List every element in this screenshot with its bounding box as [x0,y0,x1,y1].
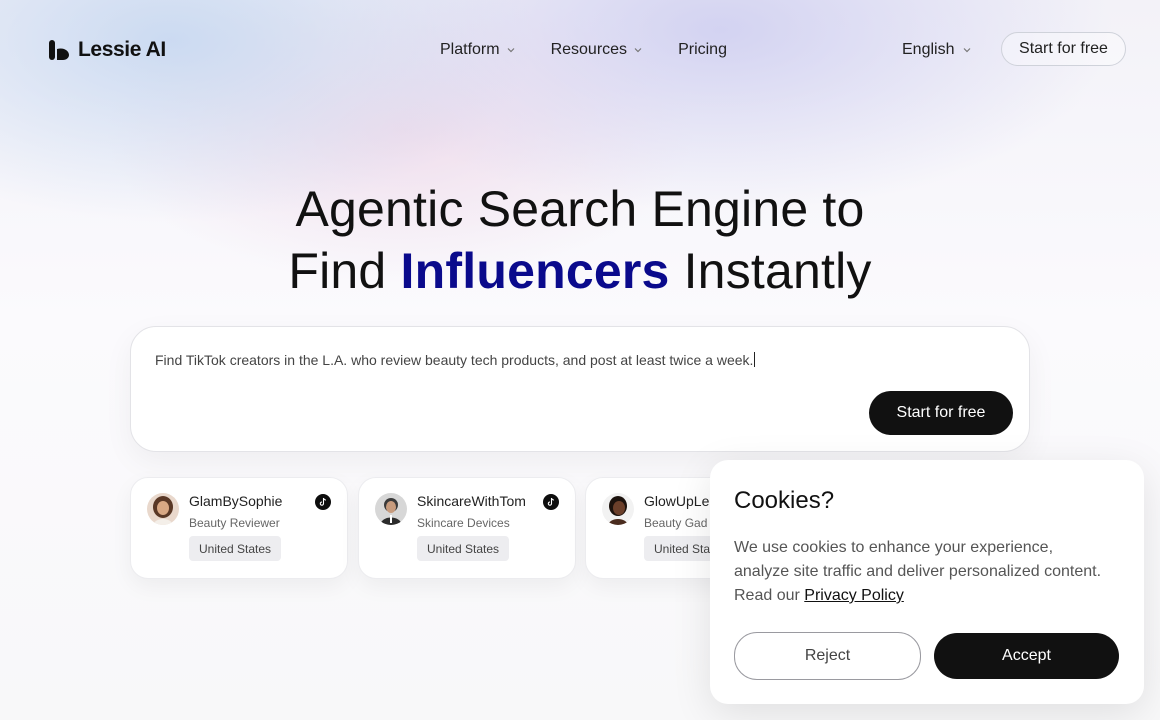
creator-card[interactable]: GlamBySophie Beauty Reviewer United Stat… [130,477,348,579]
brand-logo[interactable]: Lessie AI [48,38,166,62]
avatar [375,493,407,525]
search-query-text: Find TikTok creators in the L.A. who rev… [155,352,756,368]
creator-name: GlamBySophie [189,493,283,509]
header-start-free-button[interactable]: Start for free [1001,32,1126,66]
nav-platform[interactable]: Platform [440,38,516,62]
creator-name: GlowUpLe [644,493,710,509]
tiktok-icon [315,494,331,510]
hero-line-2: Find Influencers Instantly [0,240,1160,302]
search-query-value: Find TikTok creators in the L.A. who rev… [155,352,754,368]
creator-location-badge: United States [189,536,282,561]
creator-card[interactable]: SkincareWithTom Skincare Devices United … [358,477,576,579]
cookie-banner: Cookies? We use cookies to enhance your … [710,460,1144,704]
chevron-down-icon [634,48,642,53]
lessie-logo-icon [49,40,69,60]
creator-name: SkincareWithTom [417,493,526,509]
text-caret [754,352,756,367]
hero-line-2-prefix: Find [288,243,401,299]
accept-button[interactable]: Accept [934,633,1119,679]
creator-role: Beauty Gad [644,516,708,530]
cookie-message-text: We use cookies to enhance your experienc… [734,539,1102,604]
nav-pricing-label: Pricing [678,41,727,58]
creator-role: Skincare Devices [417,516,510,530]
hero-title: Agentic Search Engine to Find Influencer… [0,178,1160,302]
chevron-down-icon [964,48,971,53]
language-selector[interactable]: English [902,38,972,62]
search-input[interactable]: Find TikTok creators in the L.A. who rev… [130,326,1030,452]
creator-location-badge: United Sta [644,536,721,561]
chevron-down-icon [507,48,515,53]
language-label: English [902,41,955,58]
cookie-message: We use cookies to enhance your experienc… [734,536,1104,608]
brand-name: Lessie AI [78,38,166,61]
creator-location-badge: United States [417,536,510,561]
nav-resources-label: Resources [550,41,628,58]
main-nav: Platform Resources Pricing [440,38,762,62]
tiktok-icon [543,494,559,510]
avatar [147,493,179,525]
reject-button[interactable]: Reject [734,632,921,680]
search-start-free-button[interactable]: Start for free [869,391,1013,435]
nav-resources[interactable]: Resources [551,38,643,62]
hero-line-2-suffix: Instantly [669,243,872,299]
hero-line-1: Agentic Search Engine to [295,181,865,237]
nav-pricing[interactable]: Pricing [678,38,727,62]
hero-accent-word: Influencers [400,243,670,299]
avatar [602,493,634,525]
privacy-policy-link[interactable]: Privacy Policy [804,587,904,604]
creator-role: Beauty Reviewer [189,516,280,530]
nav-platform-label: Platform [440,41,500,58]
cookie-title: Cookies? [734,487,835,514]
